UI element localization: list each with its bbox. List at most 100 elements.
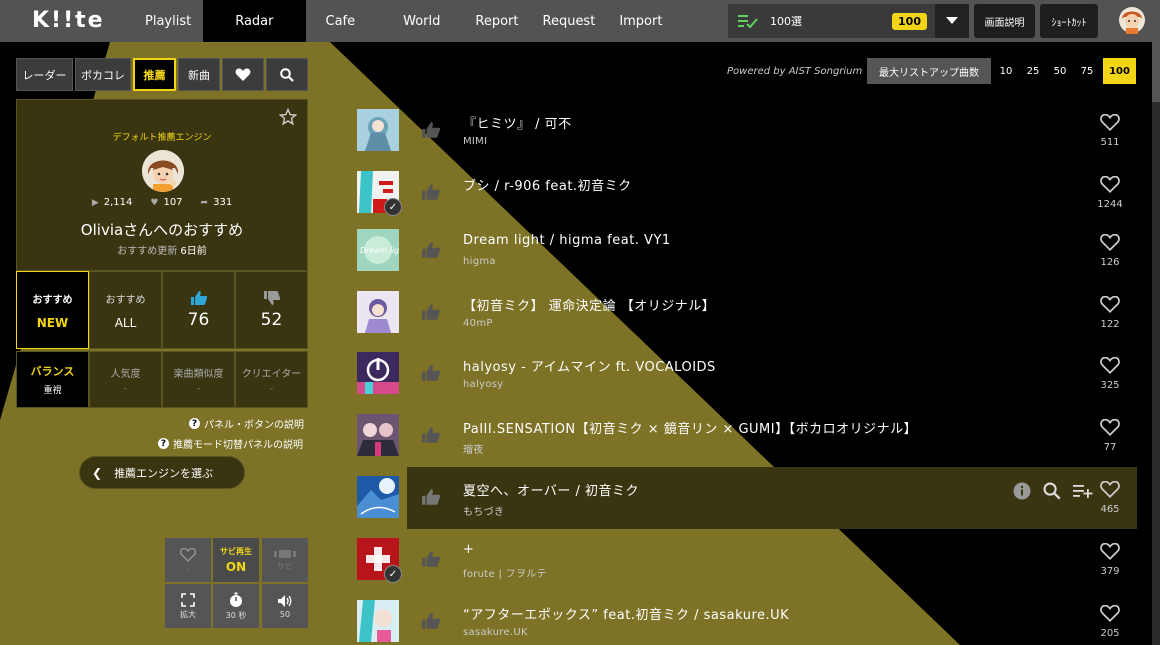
nav-radar[interactable]: Radar — [203, 0, 306, 42]
heart-icon[interactable] — [1100, 543, 1120, 560]
song-title[interactable]: Dream light / higma feat. VY1 — [463, 233, 671, 248]
kiite-logo[interactable]: K!!te — [32, 8, 105, 33]
sabi-play-toggle[interactable]: サビ再生 ON — [213, 538, 259, 582]
vocacolle-tab[interactable]: ボカコレ — [75, 58, 131, 91]
song-row[interactable]: halyosy - アイムマイン ft. VOCALOIDS halyosy 3… — [357, 352, 1137, 414]
song-title[interactable]: 『ヒミツ』 / 可不 — [463, 113, 572, 132]
playlist-select[interactable]: 100選 100 — [728, 4, 969, 38]
count-option-75[interactable]: 75 — [1076, 58, 1098, 84]
panel-help-link[interactable]: ? パネル・ボタンの説明 — [189, 416, 304, 431]
count-option-50[interactable]: 50 — [1049, 58, 1071, 84]
volume-control[interactable]: 50 — [262, 584, 308, 628]
song-row[interactable]: Dream light Dream light / higma feat. VY… — [357, 229, 1137, 291]
song-thumbnail[interactable] — [357, 291, 399, 333]
count-option-25[interactable]: 25 — [1022, 58, 1044, 84]
heart-icon[interactable] — [1100, 605, 1120, 622]
recommend-tab[interactable]: 推薦 — [133, 58, 176, 91]
thumbs-up-icon[interactable] — [421, 612, 441, 630]
song-thumbnail[interactable] — [357, 414, 399, 456]
song-row[interactable]: “アフターエポックス” feat.初音ミク / sasakure.UK sasa… — [357, 600, 1137, 645]
similarity-option[interactable]: 楽曲類似度 - — [162, 351, 235, 408]
heart-icon[interactable] — [1100, 234, 1120, 251]
song-title[interactable]: PaIII.SENSATION【初音ミク × 鏡音リン × GUMI】【ボカロオ… — [463, 418, 917, 437]
favorite-control[interactable]: - — [165, 538, 211, 582]
mode-liked[interactable]: 76 — [162, 271, 235, 349]
comment-count: ➦ 331 — [200, 197, 233, 208]
song-artist[interactable]: halyosy — [463, 379, 504, 390]
expand-control[interactable]: 拡大 — [165, 584, 211, 628]
heart-icon[interactable] — [1100, 481, 1120, 498]
song-thumbnail[interactable] — [357, 109, 399, 151]
song-thumbnail[interactable] — [357, 352, 399, 394]
mode-new[interactable]: おすすめ NEW — [16, 271, 89, 349]
user-avatar[interactable] — [1118, 6, 1146, 34]
sabi-control[interactable]: サビ — [262, 538, 308, 582]
balance-option[interactable]: バランス 重視 — [16, 351, 89, 408]
scrollbar-thumb[interactable] — [1152, 42, 1160, 102]
song-row[interactable]: 【初音ミク】 運命決定論 【オリジナル】 40mP 122 — [357, 291, 1137, 353]
screen-help-button[interactable]: 画面説明 — [974, 4, 1035, 38]
song-row[interactable]: ✓ ブシ / r-906 feat.初音ミク 1244 — [357, 171, 1137, 233]
song-artist[interactable]: 40mP — [463, 318, 493, 329]
new-songs-tab[interactable]: 新曲 — [178, 58, 220, 91]
timer-control[interactable]: 30 秒 — [213, 584, 259, 628]
song-title[interactable]: 夏空へ、オーバー / 初音ミク — [463, 480, 639, 499]
search-icon[interactable] — [1043, 482, 1061, 500]
nav-import[interactable]: Import — [607, 0, 674, 42]
popularity-option[interactable]: 人気度 - — [89, 351, 162, 408]
thumbs-up-icon[interactable] — [421, 364, 441, 382]
song-thumbnail[interactable]: Dream light — [357, 229, 399, 271]
count-option-100[interactable]: 100 — [1103, 58, 1136, 84]
song-artist[interactable]: higma — [463, 256, 496, 267]
scrollbar[interactable] — [1152, 42, 1160, 645]
song-title[interactable]: “アフターエポックス” feat.初音ミク / sasakure.UK — [463, 604, 789, 623]
star-icon[interactable] — [279, 108, 297, 126]
song-row[interactable]: ✓ + forute | フヲルテ 379 — [357, 538, 1137, 600]
radar-tab[interactable]: レーダー — [16, 58, 73, 91]
song-row-hovered[interactable]: 夏空へ、オーバー / 初音ミク もちづき 465 — [357, 467, 1137, 538]
song-row[interactable]: 『ヒミツ』 / 可不 MIMI 511 — [357, 109, 1137, 171]
heart-icon[interactable] — [1100, 419, 1120, 436]
info-icon[interactable] — [1013, 482, 1031, 500]
thumbs-up-icon[interactable] — [421, 426, 441, 444]
mode-all[interactable]: おすすめ ALL — [89, 271, 162, 349]
song-artist[interactable]: forute | フヲルテ — [463, 565, 547, 580]
heart-icon[interactable] — [1100, 296, 1120, 313]
add-to-playlist-icon[interactable] — [1073, 483, 1093, 499]
song-title[interactable]: ブシ / r-906 feat.初音ミク — [463, 175, 632, 194]
thumbs-up-icon[interactable] — [421, 550, 441, 568]
heart-icon[interactable] — [1100, 357, 1120, 374]
playlist-count-badge: 100 — [892, 12, 927, 30]
song-artist[interactable]: もちづき — [463, 503, 504, 518]
thumbs-up-icon[interactable] — [421, 241, 441, 259]
song-artist[interactable]: sasakure.UK — [463, 627, 528, 638]
nav-request[interactable]: Request — [531, 0, 608, 42]
heart-icon[interactable] — [1100, 114, 1120, 131]
creator-option[interactable]: クリエイター - — [235, 351, 308, 408]
song-title[interactable]: halyosy - アイムマイン ft. VOCALOIDS — [463, 356, 716, 375]
nav-world[interactable]: World — [388, 0, 463, 42]
song-artist[interactable]: 瑠夜 — [463, 441, 484, 456]
favorites-tab[interactable] — [222, 58, 264, 91]
song-thumbnail[interactable] — [357, 476, 399, 518]
search-tab[interactable] — [266, 58, 308, 91]
song-title[interactable]: 【初音ミク】 運命決定論 【オリジナル】 — [463, 295, 715, 314]
song-title[interactable]: + — [463, 542, 474, 557]
mode-help-link[interactable]: ? 推薦モード切替パネルの説明 — [158, 436, 303, 451]
thumbs-up-icon[interactable] — [421, 183, 441, 201]
thumbs-up-icon[interactable] — [421, 303, 441, 321]
thumbs-up-icon[interactable] — [421, 121, 441, 139]
nav-report[interactable]: Report — [463, 0, 530, 42]
nav-playlist[interactable]: Playlist — [133, 0, 203, 42]
like-count: ♥ 107 — [150, 197, 183, 208]
shortcut-button[interactable]: ｼｮｰﾄｶｯﾄ — [1040, 4, 1098, 38]
nav-cafe[interactable]: Cafe — [306, 0, 389, 42]
heart-icon[interactable] — [1100, 176, 1120, 193]
song-thumbnail[interactable] — [357, 600, 399, 642]
count-option-10[interactable]: 10 — [995, 58, 1017, 84]
thumbs-up-icon[interactable] — [421, 488, 441, 506]
mode-disliked[interactable]: 52 — [235, 271, 308, 349]
song-artist[interactable]: MIMI — [463, 136, 487, 147]
choose-engine-button[interactable]: ❮ 推薦エンジンを選ぶ — [79, 456, 245, 489]
chevron-down-icon[interactable] — [935, 4, 969, 38]
